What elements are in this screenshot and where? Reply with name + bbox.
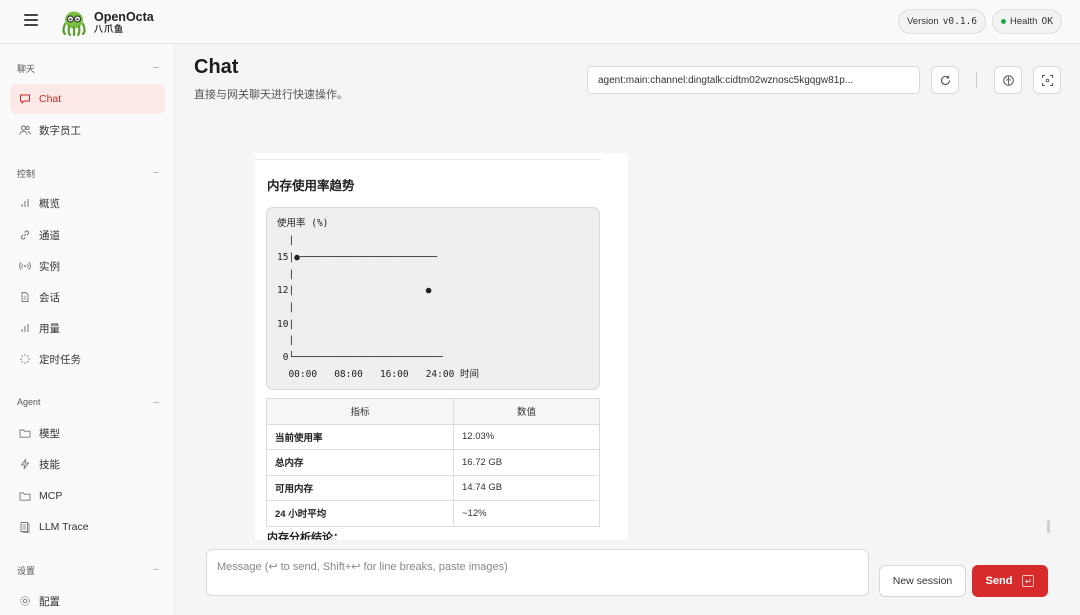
file-list-icon — [20, 522, 30, 533]
code-line: 10| — [277, 319, 295, 330]
page-title: Chat — [194, 56, 239, 78]
code-line: 15|●──────────────────────── — [277, 252, 438, 263]
radio-signal-icon — [19, 261, 31, 271]
code-block: 使用率 (%) | 15|●──────────────────────── |… — [266, 207, 600, 390]
table-cell: 当前使用率 — [266, 423, 454, 450]
health-badge: Health OK — [992, 9, 1062, 34]
brand-name-cn: 八爪鱼 — [94, 24, 125, 34]
section-chat[interactable]: 聊天 – — [17, 62, 159, 75]
menu-icon[interactable] — [24, 14, 38, 26]
scrollbar[interactable] — [1047, 520, 1050, 533]
sidebar-item-llm-trace[interactable]: LLM Trace — [10, 512, 165, 542]
table-cell: ~12% — [453, 500, 600, 527]
table-row: 当前使用率 12.03% — [266, 423, 600, 450]
code-line: 0└────────────────────────── — [277, 352, 443, 363]
refresh-icon — [940, 75, 950, 85]
sidebar-item-usage[interactable]: 用量 — [10, 313, 165, 343]
sidebar-item-config[interactable]: 配置 — [10, 586, 165, 615]
octopus-logo-icon — [62, 11, 86, 37]
column-header: 指标 — [266, 398, 454, 425]
folder-icon — [19, 429, 31, 438]
document-icon — [21, 292, 29, 302]
table-cell: 可用内存 — [266, 474, 454, 501]
chat-bubble-icon — [20, 94, 30, 105]
sidebar: 聊天 – Chat 数字员工 控制 – 概览 通道 实例 会话 用量 定时任务 Ag… — [0, 44, 175, 615]
code-line: | — [277, 335, 295, 346]
focus-icon — [1041, 74, 1053, 86]
table-cell: 16.72 GB — [453, 449, 600, 476]
gear-icon — [20, 596, 30, 606]
table-cell: 12.03% — [453, 423, 600, 450]
folder-icon — [19, 492, 31, 501]
thinking-toggle-button[interactable] — [994, 66, 1022, 94]
table-row: 可用内存 14.74 GB — [266, 474, 600, 501]
bar-chart-icon — [21, 324, 29, 332]
sidebar-item-mcp[interactable]: MCP — [10, 481, 165, 511]
collapse-icon[interactable]: – — [153, 564, 159, 577]
code-line: 使用率 (%) — [277, 218, 329, 229]
message-input[interactable] — [207, 550, 868, 595]
brand-name: OpenOcta — [94, 10, 154, 24]
sidebar-item-instances[interactable]: 实例 — [10, 251, 165, 281]
sidebar-item-sessions[interactable]: 会话 — [10, 282, 165, 312]
collapse-icon[interactable]: – — [153, 62, 159, 75]
conclusion-heading: 内存分析结论： — [267, 532, 344, 540]
users-icon — [19, 125, 31, 135]
sidebar-item-overview[interactable]: 概览 — [10, 188, 165, 218]
code-line: | — [277, 302, 295, 313]
sidebar-item-channels[interactable]: 通道 — [10, 220, 165, 250]
page-subtitle: 直接与网关聊天进行快速操作。 — [194, 89, 348, 101]
lightning-icon — [20, 458, 30, 470]
column-header: 数值 — [453, 398, 600, 425]
session-key-select[interactable]: agent:main:channel:dingtalk:cidtm02wznos… — [587, 66, 920, 94]
table-cell: 24 小时平均 — [266, 500, 454, 527]
metrics-table: 指标 数值 当前使用率 12.03% 总内存 16.72 GB 可用内存 14.74 … — [266, 398, 600, 527]
link-icon — [21, 230, 29, 240]
sidebar-item-cron[interactable]: 定时任务 — [10, 344, 165, 374]
section-settings[interactable]: 设置 – — [17, 564, 159, 577]
code-line: 00:00 08:00 16:00 24:00 时间 — [277, 369, 480, 380]
table-cell: 总内存 — [266, 449, 454, 476]
focus-mode-button[interactable] — [1033, 66, 1061, 94]
send-button[interactable]: Send ↵ — [972, 565, 1048, 597]
brain-icon — [1002, 74, 1014, 86]
message-heading: 内存使用率趋势 — [267, 179, 355, 193]
code-line: | — [277, 235, 295, 246]
code-line: | — [277, 269, 295, 280]
brand: OpenOcta 八爪鱼 — [94, 10, 154, 35]
collapse-icon[interactable]: – — [153, 397, 159, 408]
version-badge: Version v0.1.6 — [898, 9, 987, 34]
divider — [976, 72, 977, 88]
loader-icon — [20, 354, 30, 364]
bar-chart-icon — [21, 199, 29, 207]
assistant-message: 内存使用率趋势 使用率 (%) | 15|●──────────────────… — [255, 153, 628, 540]
table-row: 24 小时平均 ~12% — [266, 500, 600, 527]
table-row: 总内存 16.72 GB — [266, 449, 600, 476]
table-cell: 14.74 GB — [453, 474, 600, 501]
sidebar-item-models[interactable]: 模型 — [10, 418, 165, 448]
new-session-button[interactable]: New session — [879, 565, 966, 597]
section-agent[interactable]: Agent – — [17, 397, 159, 408]
send-label: Send — [985, 575, 1013, 587]
divider — [255, 159, 601, 160]
table-header-row: 指标 数值 — [266, 398, 600, 425]
collapse-icon[interactable]: – — [153, 167, 159, 180]
status-dot-icon — [1001, 19, 1006, 24]
sidebar-item-skills[interactable]: 技能 — [10, 449, 165, 479]
section-control[interactable]: 控制 – — [17, 167, 159, 180]
sidebar-item-digital-staff[interactable]: 数字员工 — [10, 115, 165, 145]
enter-key-icon: ↵ — [1022, 575, 1035, 587]
refresh-button[interactable] — [931, 66, 959, 94]
sidebar-item-chat[interactable]: Chat — [10, 84, 165, 114]
message-composer[interactable] — [206, 549, 869, 596]
code-line: 12| ● — [277, 285, 432, 296]
top-bar: OpenOcta 八爪鱼 Version v0.1.6 Health OK — [0, 0, 1080, 44]
